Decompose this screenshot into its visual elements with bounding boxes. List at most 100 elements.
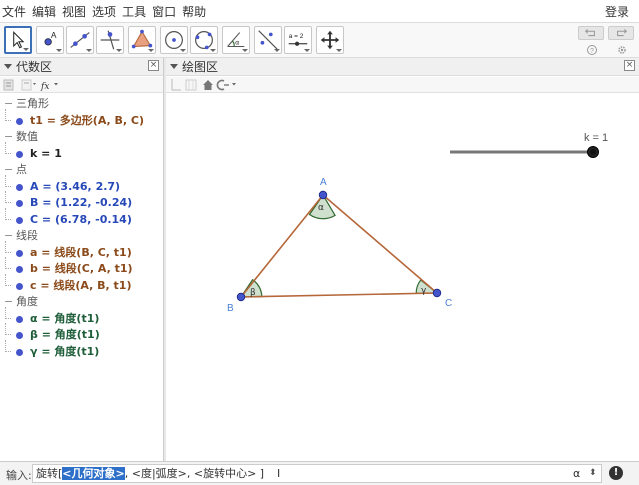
menu-tools[interactable]: 工具 (119, 3, 149, 20)
sort-objects-icon[interactable] (21, 79, 36, 91)
visibility-toggle-icon[interactable] (16, 315, 23, 323)
algebra-item-text: c = 线段(A, B, t1) (30, 278, 132, 292)
line-tool-button[interactable] (66, 26, 94, 54)
redo-button[interactable] (608, 26, 634, 40)
undo-button[interactable] (578, 26, 604, 40)
category-label: 数值 (16, 130, 38, 143)
menu-window[interactable]: 窗口 (149, 3, 179, 20)
algebra-item-text: k = 1 (30, 146, 62, 160)
point-C[interactable] (432, 288, 442, 298)
input-command-prefix: 旋转[ (36, 467, 63, 480)
svg-text:A: A (51, 30, 57, 40)
algebra-item-text: t1 = 多边形(A, B, C) (30, 113, 145, 127)
algebra-view-style-bar: fx (0, 77, 163, 93)
input-command-rest: , <度|弧度>, <旋转中心> ] (124, 467, 265, 480)
input-label: 输入: (6, 469, 32, 482)
algebra-item-text: γ = 角度(t1) (30, 344, 100, 358)
visibility-toggle-icon[interactable] (16, 249, 23, 257)
segment-b[interactable] (322, 194, 438, 294)
collapse-arrow-icon[interactable] (170, 64, 178, 69)
login-link[interactable]: 登录 (605, 3, 629, 20)
tree-connector (5, 141, 11, 154)
tree-connector (5, 207, 11, 220)
visibility-toggle-icon[interactable] (16, 117, 23, 125)
menu-bar: 文件 编辑 视图 选项 工具 窗口 帮助 登录 (0, 0, 639, 22)
algebra-item-text: C = (6.78, -0.14) (30, 212, 132, 226)
category-label: 三角形 (16, 97, 49, 110)
description-mode-icon[interactable]: fx (40, 82, 58, 92)
toggle-axes-icon[interactable] (171, 79, 181, 91)
menu-options[interactable]: 选项 (89, 3, 119, 20)
segment-c[interactable] (240, 194, 324, 298)
tree-connector (5, 191, 11, 203)
tree-connector (5, 174, 11, 187)
input-bar: 输入: 旋转[<几何对象>, <度|弧度>, <旋转中心> ] I α ⬍ ! (0, 461, 639, 485)
move-tool-button[interactable] (4, 26, 32, 54)
settings-gear-icon[interactable] (616, 44, 628, 56)
menu-view[interactable]: 视图 (59, 3, 89, 20)
algebra-item-text: β = 角度(t1) (30, 328, 100, 341)
tree-connector (5, 306, 11, 319)
point-tool-button[interactable]: A (36, 26, 64, 54)
algebra-view-header[interactable]: 代数区 × (0, 58, 163, 76)
visibility-toggle-icon[interactable] (16, 348, 23, 356)
graphics-view[interactable]: k = 1 α β γ A B C (166, 93, 639, 461)
visibility-toggle-icon[interactable] (16, 183, 23, 191)
menu-edit[interactable]: 编辑 (29, 3, 59, 20)
input-field[interactable]: 旋转[<几何对象>, <度|弧度>, <旋转中心> ] I α ⬍ (32, 464, 602, 483)
history-spinner-icon[interactable]: ⬍ (589, 465, 597, 482)
circle-three-points-tool-button[interactable] (190, 26, 218, 54)
visibility-toggle-icon[interactable] (16, 266, 23, 273)
visibility-toggle-icon[interactable] (16, 216, 23, 224)
move-graphics-view-tool-button[interactable] (316, 26, 344, 54)
redo-icon (617, 28, 627, 37)
point-C-label: C (445, 298, 452, 309)
symbol-alpha-button[interactable]: α (573, 465, 580, 482)
angle-gamma-label: γ (421, 286, 427, 296)
collapse-arrow-icon[interactable] (4, 64, 12, 69)
graphics-view-header[interactable]: 绘图区 × (166, 58, 639, 76)
visibility-toggle-icon[interactable] (16, 332, 23, 339)
help-question-icon[interactable]: ? (586, 44, 598, 56)
category-label: 点 (16, 163, 27, 176)
text-cursor-icon: I (277, 467, 281, 480)
angle-tool-button[interactable]: α (222, 26, 250, 54)
algebra-item-text: a = 线段(B, C, t1) (30, 245, 132, 259)
standard-view-home-icon[interactable] (203, 80, 213, 90)
reflect-tool-button[interactable] (254, 26, 282, 54)
point-A[interactable] (318, 190, 328, 200)
input-help-icon[interactable]: ! (609, 466, 623, 480)
close-icon[interactable]: × (624, 60, 635, 71)
undo-icon (585, 28, 595, 37)
toggle-auxiliary-objects-icon[interactable] (3, 79, 14, 91)
tree-connector (5, 339, 11, 352)
algebra-item-text: B = (1.22, -0.24) (30, 196, 133, 209)
menu-file[interactable]: 文件 (0, 3, 29, 20)
close-icon[interactable]: × (148, 60, 159, 71)
point-capturing-icon[interactable] (216, 79, 236, 91)
toolbar: A α a = 2 ? (0, 22, 639, 58)
algebra-item-text: α = 角度(t1) (30, 311, 100, 325)
segment-a[interactable] (240, 292, 438, 298)
visibility-toggle-icon[interactable] (16, 200, 23, 207)
category-label: 线段 (16, 229, 38, 242)
angle-alpha-label: α (318, 203, 324, 213)
perpendicular-line-tool-button[interactable] (96, 26, 124, 54)
slider-tool-button[interactable]: a = 2 (284, 26, 312, 54)
slider-label: k = 1 (584, 132, 608, 144)
circle-center-point-tool-button[interactable] (160, 26, 188, 54)
menu-help[interactable]: 帮助 (179, 3, 209, 20)
visibility-toggle-icon[interactable] (16, 282, 23, 290)
visibility-toggle-icon[interactable] (16, 150, 23, 158)
input-selected-argument: <几何对象> (62, 467, 125, 480)
point-B[interactable] (236, 292, 246, 302)
toggle-grid-icon[interactable] (185, 79, 197, 91)
polygon-tool-button[interactable] (128, 26, 156, 54)
algebra-item-text: b = 线段(C, A, t1) (30, 262, 133, 275)
algebra-view: − 三角形 t1 = 多边形(A, B, C) − 数值 k = 1− 点 A = (3.46… (0, 95, 163, 460)
angle-beta-label: β (250, 288, 256, 298)
graphics-view-title: 绘图区 (182, 60, 219, 74)
point-B-label: B (227, 303, 234, 314)
graphics-view-style-bar (166, 77, 639, 93)
category-label: 角度 (16, 295, 38, 308)
